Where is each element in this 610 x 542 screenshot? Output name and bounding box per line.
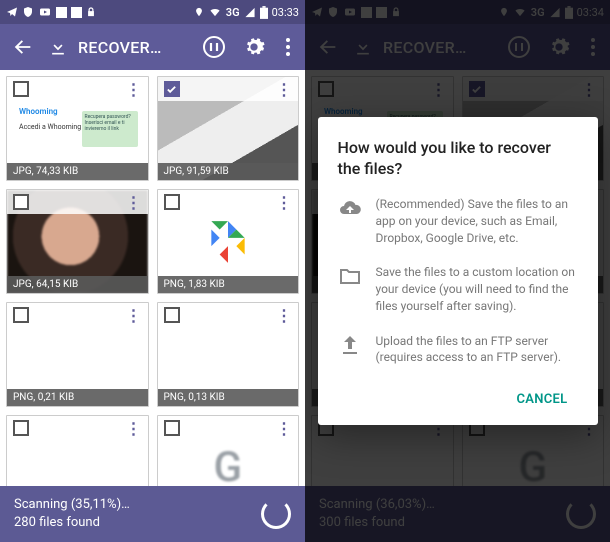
dialog-scrim[interactable]: How would you like to recover the files?… bbox=[305, 0, 610, 542]
settings-button[interactable] bbox=[239, 32, 269, 62]
file-meta: PNG, 0,21 KIB bbox=[7, 389, 148, 406]
checkbox[interactable] bbox=[13, 194, 29, 210]
screen-left: 3G 03:33 RECOVER… WhoomingAccedi a Whoom… bbox=[0, 0, 305, 542]
item-overflow-icon[interactable]: ⋮ bbox=[126, 193, 142, 212]
option-text: Upload the files to an FTP server (requi… bbox=[376, 333, 578, 367]
grid-card[interactable]: ⋮ PNG, 0,13 KIB bbox=[157, 302, 300, 407]
recover-option-ftp[interactable]: Upload the files to an FTP server (requi… bbox=[338, 333, 578, 367]
overflow-button[interactable] bbox=[279, 32, 297, 62]
item-overflow-icon[interactable]: ⋮ bbox=[276, 419, 292, 438]
wifi-icon bbox=[208, 7, 222, 18]
folder-icon bbox=[338, 264, 362, 288]
back-arrow-icon bbox=[12, 36, 34, 58]
location-icon bbox=[194, 6, 204, 18]
item-overflow-icon[interactable]: ⋮ bbox=[276, 193, 292, 212]
option-text: (Recommended) Save the files to an app o… bbox=[376, 196, 578, 246]
youtube-icon bbox=[38, 6, 52, 18]
back-button[interactable] bbox=[8, 32, 38, 62]
file-meta: PNG, 0,13 KIB bbox=[158, 389, 299, 406]
telegram-icon bbox=[6, 6, 18, 18]
cloud-upload-icon bbox=[338, 196, 362, 220]
pause-button[interactable] bbox=[199, 32, 229, 62]
clock: 03:33 bbox=[272, 6, 299, 19]
battery-icon bbox=[260, 6, 268, 19]
file-meta: JPG, 74,33 KIB bbox=[7, 163, 148, 180]
checkbox[interactable] bbox=[13, 307, 29, 323]
item-overflow-icon[interactable]: ⋮ bbox=[126, 80, 142, 99]
toolbar-title: RECOVER… bbox=[78, 38, 162, 57]
checkbox[interactable] bbox=[164, 81, 180, 97]
cancel-button[interactable]: CANCEL bbox=[506, 384, 577, 415]
file-meta: JPG, 64,15 KIB bbox=[7, 276, 148, 293]
network-label: 3G bbox=[226, 6, 240, 19]
dialog-title: How would you like to recover the files? bbox=[338, 137, 578, 180]
scan-progress: Scanning (35,11%)… bbox=[14, 496, 130, 514]
item-overflow-icon[interactable]: ⋮ bbox=[276, 80, 292, 99]
image-grid[interactable]: WhoomingAccedi a WhoomingRecupera passwo… bbox=[0, 70, 305, 486]
grid-card[interactable]: WhoomingAccedi a WhoomingRecupera passwo… bbox=[6, 76, 149, 181]
status-left bbox=[6, 6, 96, 18]
item-overflow-icon[interactable]: ⋮ bbox=[276, 306, 292, 325]
app-square2-icon bbox=[71, 7, 82, 18]
checkbox[interactable] bbox=[13, 81, 29, 97]
checkbox[interactable] bbox=[13, 420, 29, 436]
item-overflow-icon[interactable]: ⋮ bbox=[126, 306, 142, 325]
toolbar: RECOVER… bbox=[0, 24, 305, 70]
download-icon bbox=[48, 37, 68, 57]
gear-icon bbox=[243, 36, 265, 58]
checkbox[interactable] bbox=[164, 420, 180, 436]
overflow-icon bbox=[286, 38, 290, 56]
grid-card[interactable]: ⋮PNG, 0,37 KIB bbox=[6, 415, 149, 486]
signal-icon bbox=[244, 7, 256, 18]
screen-right: 3G 03:34 RECOVER… WhoomingAccedi a Whoom… bbox=[305, 0, 610, 542]
item-overflow-icon[interactable]: ⋮ bbox=[126, 419, 142, 438]
recover-option-app[interactable]: (Recommended) Save the files to an app o… bbox=[338, 196, 578, 246]
scan-bar: Scanning (35,11%)… 280 files found bbox=[0, 486, 305, 542]
option-text: Save the files to a custom location on y… bbox=[376, 264, 578, 314]
file-meta: PNG, 1,83 KIB bbox=[158, 276, 299, 293]
scan-count: 280 files found bbox=[14, 514, 130, 532]
grid-card[interactable]: ⋮ JPG, 64,15 KIB bbox=[6, 189, 149, 294]
grid-card[interactable]: G⋮PNG, 0,86 KIB bbox=[157, 415, 300, 486]
app-square-icon bbox=[56, 7, 67, 18]
checkbox[interactable] bbox=[164, 194, 180, 210]
status-bar: 3G 03:33 bbox=[0, 0, 305, 24]
grid-card[interactable]: ⋮ PNG, 0,21 KIB bbox=[6, 302, 149, 407]
recover-option-folder[interactable]: Save the files to a custom location on y… bbox=[338, 264, 578, 314]
recover-dialog: How would you like to recover the files?… bbox=[318, 117, 598, 426]
status-right: 3G 03:33 bbox=[194, 6, 299, 19]
file-meta: JPG, 91,59 KIB bbox=[158, 163, 299, 180]
grid-card[interactable]: ⋮ PNG, 1,83 KIB bbox=[157, 189, 300, 294]
pause-icon bbox=[202, 35, 226, 59]
grid-card[interactable]: ⋮ JPG, 91,59 KIB bbox=[157, 76, 300, 181]
upload-icon bbox=[338, 333, 362, 357]
spinner-icon bbox=[261, 499, 291, 529]
lock-icon bbox=[86, 6, 96, 18]
checkbox[interactable] bbox=[164, 307, 180, 323]
shield-icon bbox=[22, 6, 34, 18]
